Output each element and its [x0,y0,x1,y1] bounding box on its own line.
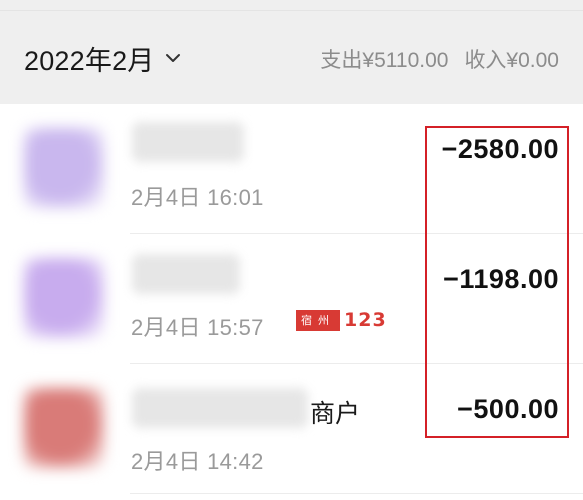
merchant-name-suffix: 商户 [310,400,361,428]
transaction-amount: −2580.00 [441,134,559,164]
merchant-name-redacted [132,254,240,294]
transaction-row[interactable]: 2月4日 16:01 −2580.00 [0,104,583,234]
merchant-name-redacted [132,122,244,162]
transaction-amount: −500.00 [457,394,559,424]
month-label: 2022年2月 [24,45,155,76]
row-divider [130,493,583,494]
merchant-avatar [24,128,104,208]
transaction-row[interactable]: 2月4日 15:57 −1198.00 [0,234,583,364]
chevron-down-icon [166,54,181,62]
month-selector[interactable]: 2022年2月 [24,40,182,76]
merchant-name-redacted [132,388,308,428]
top-divider [0,10,583,11]
transaction-row[interactable]: 商户 2月4日 14:42 −500.00 [0,364,583,494]
transaction-time: 2月4日 16:01 [131,185,264,210]
watermark-number: 123 [344,309,387,331]
income-total: 收入¥0.00 [464,49,559,72]
watermark: 宿州 123 [296,309,387,331]
month-summary: 支出¥5110.00 收入¥0.00 [320,44,559,74]
merchant-avatar [24,258,104,338]
transaction-time: 2月4日 15:57 [131,315,264,340]
month-header: 2022年2月 支出¥5110.00 收入¥0.00 [0,0,583,104]
watermark-seal: 宿州 [296,309,340,331]
expense-total: 支出¥5110.00 [320,49,449,72]
transaction-list: 2月4日 16:01 −2580.00 2月4日 15:57 −1198.00 … [0,104,583,500]
transaction-time: 2月4日 14:42 [131,449,264,474]
transaction-amount: −1198.00 [443,264,559,294]
merchant-avatar [24,388,104,468]
